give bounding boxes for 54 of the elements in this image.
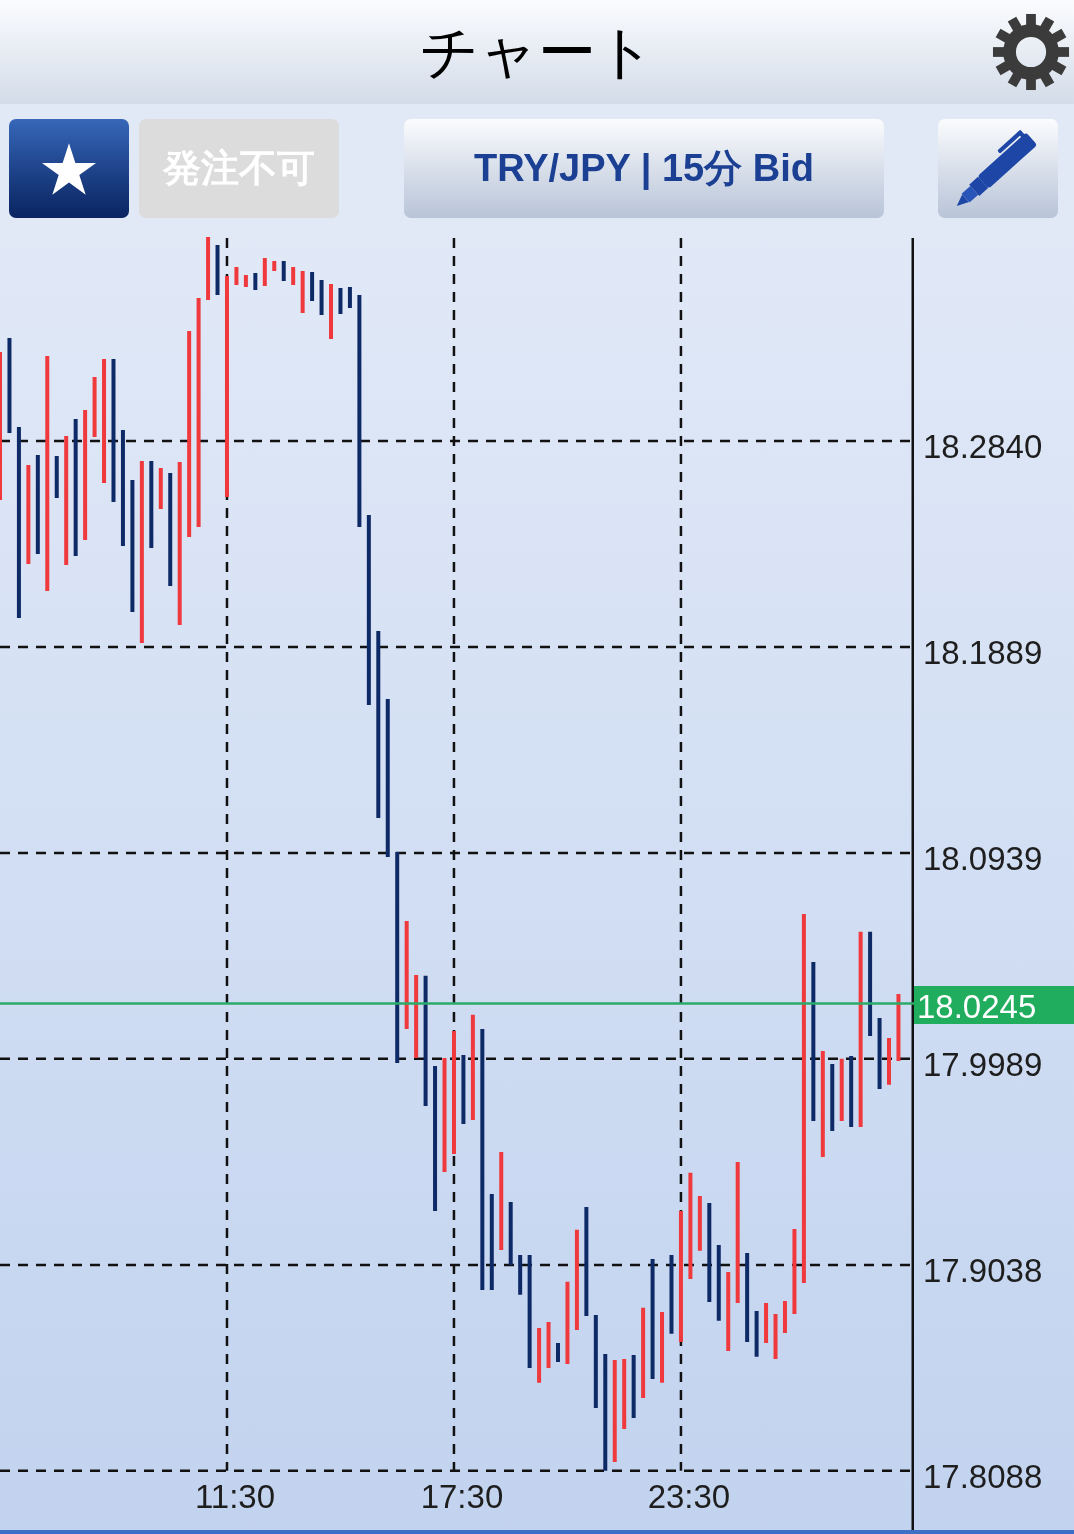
candlestick (206, 237, 211, 300)
y-axis-label: 17.9038 (923, 1253, 1043, 1287)
candlestick (697, 1196, 702, 1251)
candlestick (253, 273, 258, 290)
favorite-button[interactable] (9, 119, 129, 218)
candlestick (158, 468, 163, 510)
candlestick (508, 1201, 513, 1265)
candlestick (660, 1312, 665, 1383)
candlestick (518, 1255, 523, 1295)
x-axis-label: 11:30 (194, 1478, 276, 1515)
y-axis-label: 18.1889 (923, 636, 1043, 670)
candlestick (319, 280, 324, 316)
candlestick (329, 284, 333, 339)
y-axis-label: 18.2840 (923, 430, 1043, 463)
candlestick (262, 258, 267, 287)
y-axis-label: 17.8088 (923, 1459, 1043, 1493)
candlestick (338, 288, 343, 314)
y-axis-label: 17.9989 (923, 1047, 1043, 1081)
candlestick (783, 1300, 787, 1333)
y-axis-label: 18.0939 (923, 842, 1043, 875)
candlestick (622, 1359, 627, 1429)
candlestick (272, 260, 277, 272)
candlestick (877, 1017, 882, 1089)
candlestick (54, 455, 59, 498)
current-price-tag: 18.0245 (914, 986, 1074, 1025)
drawing-tool-button[interactable] (938, 119, 1058, 218)
candlestick (537, 1328, 542, 1383)
candlestick (234, 267, 239, 285)
candlestick (347, 286, 352, 308)
candlestick (215, 245, 220, 295)
candlestick (556, 1343, 560, 1363)
candlestick (887, 1038, 891, 1085)
candlestick (281, 260, 286, 282)
candlestick (830, 1064, 835, 1132)
candlestick (310, 271, 315, 301)
candlestick (291, 267, 296, 285)
x-axis-label: 23:30 (647, 1478, 731, 1515)
candlestick (764, 1302, 769, 1343)
star-icon (42, 142, 96, 195)
candlestick (773, 1313, 778, 1359)
candlestick (300, 271, 305, 313)
candlestick (896, 994, 901, 1062)
candlestick (839, 1058, 844, 1122)
symbol-button[interactable]: TRY/JPY | 15分 Bid (404, 119, 884, 218)
candlestick (92, 377, 97, 438)
candlestick (754, 1310, 759, 1357)
candlestick (546, 1321, 551, 1368)
settings-icon[interactable] (992, 13, 1070, 91)
candlestick (631, 1354, 636, 1418)
x-axis-label: 17:30 (420, 1478, 504, 1515)
candlestick (461, 1054, 466, 1124)
candlestick (849, 1056, 854, 1127)
screen-title: チャート (419, 23, 655, 81)
candlestick (243, 275, 248, 287)
